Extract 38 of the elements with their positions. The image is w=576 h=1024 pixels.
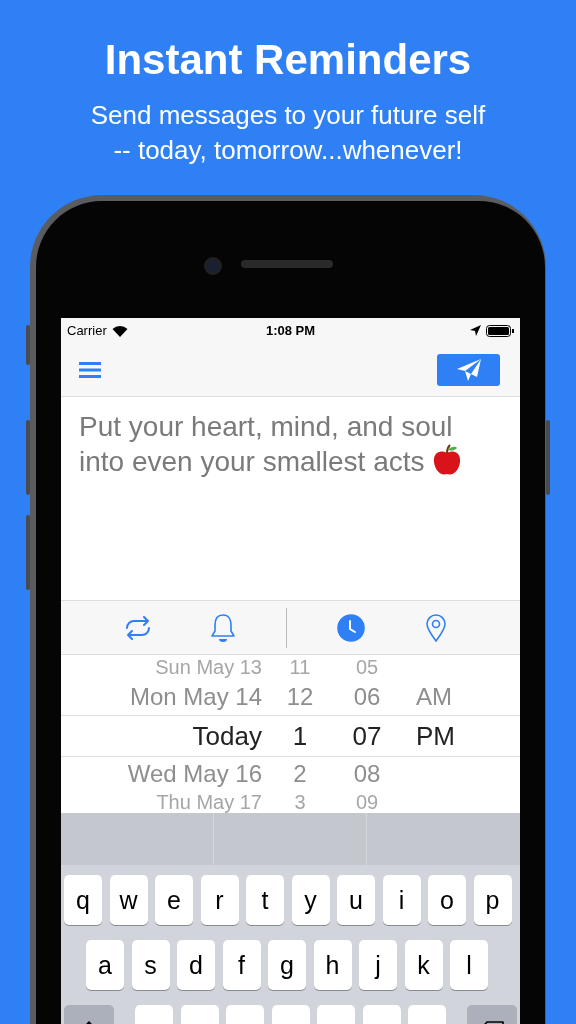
picker-date[interactable]: Today xyxy=(61,723,266,749)
keyboard-key[interactable]: r xyxy=(200,875,239,925)
message-text[interactable]: Put your heart, mind, and soul into even your smallest acts xyxy=(79,409,502,479)
battery-icon xyxy=(486,324,514,337)
keyboard-key[interactable]: u xyxy=(337,875,375,925)
menu-button[interactable] xyxy=(79,361,101,378)
keyboard-key[interactable]: d xyxy=(177,940,215,990)
subtitle: -- today, tomorrow...whenever! xyxy=(113,134,463,167)
status-time: 1:08 PM xyxy=(265,323,316,338)
keyboard-key[interactable]: i xyxy=(382,875,421,925)
picker-period[interactable]: PM xyxy=(400,723,520,749)
keyboard-key[interactable]: w xyxy=(109,875,148,925)
keyboard-key[interactable]: o xyxy=(428,875,466,925)
keyboard-key[interactable]: e xyxy=(155,875,193,925)
location-arrow-icon xyxy=(470,325,481,336)
picker-minute[interactable]: 07 xyxy=(334,723,400,749)
subtitle: Send messages to your future self xyxy=(90,99,486,132)
carrier-label: Carrier xyxy=(67,323,107,338)
menu-icon xyxy=(79,361,101,378)
keyboard-key[interactable]: y xyxy=(291,875,330,925)
keyboard-key[interactable]: s xyxy=(131,940,170,990)
keyboard-key[interactable]: p xyxy=(473,875,512,925)
apple-icon xyxy=(432,444,463,476)
wifi-icon xyxy=(111,324,128,337)
keyboard-key[interactable]: f xyxy=(222,940,261,990)
picker-hour[interactable]: 1 xyxy=(266,723,334,749)
keyboard-key[interactable]: h xyxy=(313,940,352,990)
keyboard-key[interactable]: j xyxy=(359,940,397,990)
keyboard-key[interactable]: l xyxy=(450,940,488,990)
keyboard-key[interactable]: g xyxy=(268,940,306,990)
keyboard-key[interactable]: t xyxy=(246,875,284,925)
camera-icon xyxy=(204,257,222,275)
keyboard-key[interactable]: q xyxy=(64,875,102,925)
keyboard-key[interactable]: k xyxy=(404,940,443,990)
headline: Instant Reminders xyxy=(104,35,472,85)
send-button[interactable] xyxy=(437,353,500,386)
keyboard-key[interactable]: a xyxy=(86,940,124,990)
paper-plane-icon xyxy=(456,358,481,381)
